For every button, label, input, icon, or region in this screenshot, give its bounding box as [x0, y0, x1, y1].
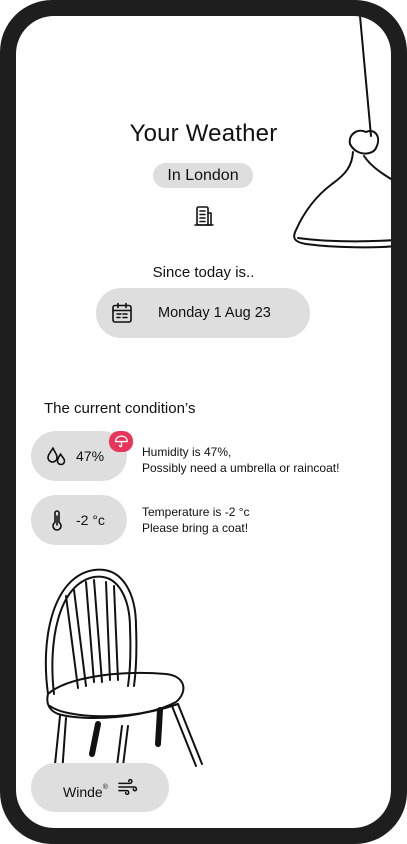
phone-frame: Your Weather In London Since today is.. … — [0, 0, 407, 844]
humidity-note-line2: Possibly need a umbrella or raincoat! — [142, 460, 340, 475]
wind-registered-mark: ® — [102, 784, 108, 791]
screen: Your Weather In London Since today is.. … — [16, 16, 391, 828]
date-pill[interactable]: Monday 1 Aug 23 — [96, 288, 310, 338]
humidity-note: Humidity is 47%, Possibly need a umbrell… — [142, 445, 339, 476]
conditions-title: The current condition’s — [44, 400, 196, 417]
temperature-note: Temperature is -2 °c Please bring a coat… — [142, 505, 250, 536]
date-text: Monday 1 Aug 23 — [158, 305, 271, 321]
umbrella-icon — [114, 435, 128, 448]
wind-label: Winde® — [63, 763, 108, 812]
wind-label-text: Winde — [63, 784, 103, 800]
chair-illustration — [44, 568, 203, 775]
building-icon — [194, 206, 214, 226]
since-label: Since today is.. — [152, 264, 255, 281]
temperature-note-line2: Please bring a coat! — [142, 520, 249, 535]
temperature-pill[interactable]: -2 °c — [31, 495, 127, 545]
wind-pill[interactable]: Winde® — [31, 763, 169, 812]
location-badge[interactable]: In London — [153, 163, 253, 188]
humidity-value: 47% — [76, 448, 105, 464]
wind-icon — [118, 778, 138, 796]
umbrella-badge — [109, 431, 133, 452]
calendar-icon — [112, 302, 132, 323]
temperature-value: -2 °c — [76, 512, 105, 528]
page-title: Your Weather — [129, 120, 278, 147]
thermometer-icon — [52, 510, 62, 531]
droplets-icon — [47, 447, 66, 466]
temperature-note-line1: Temperature is -2 °c — [142, 505, 250, 519]
humidity-note-line1: Humidity is 47%, — [142, 445, 232, 459]
